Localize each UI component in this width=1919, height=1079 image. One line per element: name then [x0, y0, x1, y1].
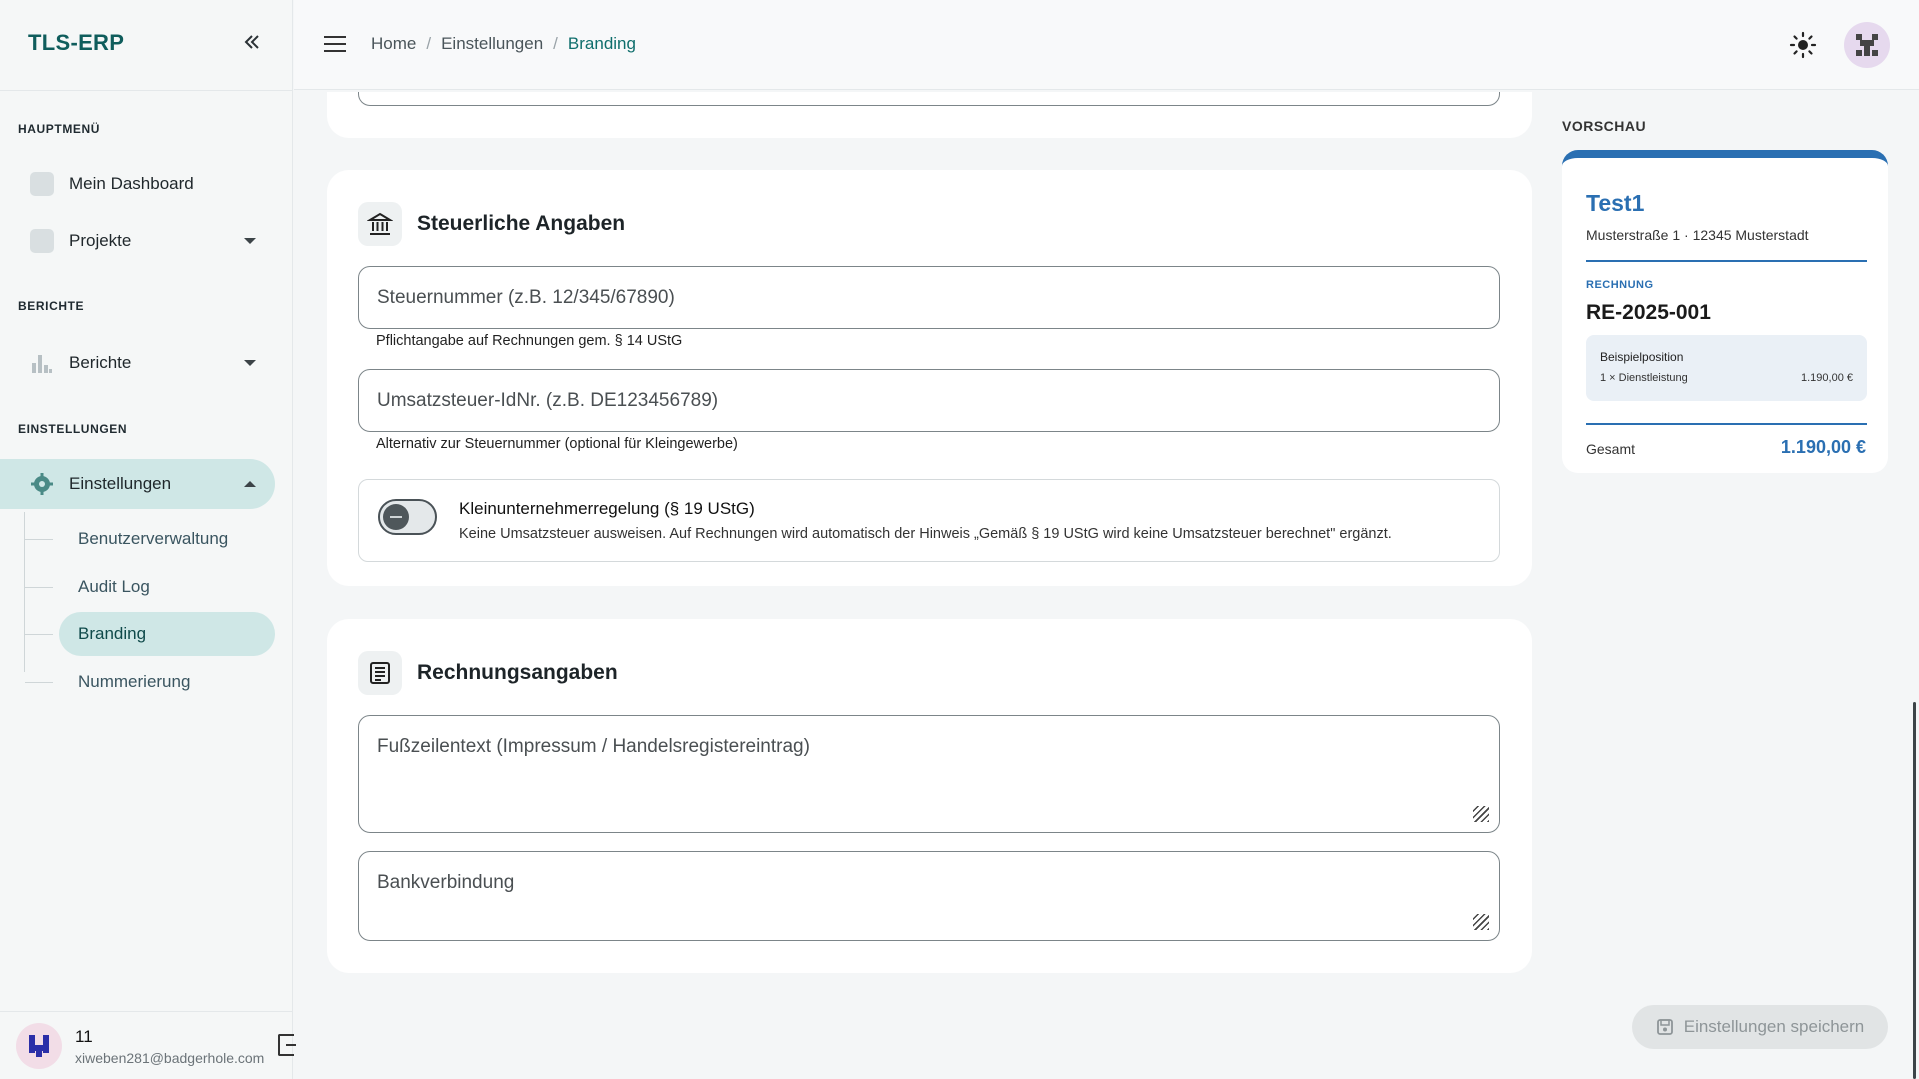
vat-id-helper: Alternativ zur Steuernummer (optional fü… [376, 436, 738, 452]
section-title: Rechnungsangaben [417, 661, 618, 684]
breadcrumb: Home / Einstellungen / Branding [371, 34, 636, 54]
breadcrumb-settings[interactable]: Einstellungen [441, 34, 543, 54]
small-business-toggle[interactable] [378, 499, 437, 535]
section-label-main: HAUPTMENÜ [18, 122, 101, 136]
sidebar-divider [0, 90, 293, 91]
resize-grip-icon[interactable] [1473, 914, 1489, 930]
section-title: Steuerliche Angaben [417, 212, 626, 235]
tax-number-field[interactable] [358, 266, 1500, 329]
vat-id-input[interactable] [377, 370, 1477, 431]
footer-text-input[interactable] [377, 716, 1477, 832]
sidebar-subitem-label: Benutzerverwaltung [78, 529, 229, 548]
preview-item-price: 1.190,00 € [1801, 372, 1853, 384]
chevron-up-icon [244, 481, 256, 487]
tree-line [24, 512, 25, 672]
bank-details-field[interactable] [358, 851, 1500, 941]
sidebar-item-label: Einstellungen [69, 474, 172, 493]
invoice-section-card: Rechnungsangaben [327, 619, 1532, 973]
preview-divider [1586, 260, 1867, 262]
chevron-down-icon [244, 238, 256, 244]
tree-tick [25, 634, 53, 635]
small-business-description: Keine Umsatzsteuer ausweisen. Auf Rechnu… [459, 526, 1392, 542]
preview-label: VORSCHAU [1562, 118, 1647, 134]
sidebar-item-label: Projekte [69, 231, 132, 250]
footer-text-field[interactable] [358, 715, 1500, 833]
sidebar-item-einstellungen[interactable]: Einstellungen [0, 459, 275, 509]
avatar[interactable] [16, 1023, 62, 1069]
toggle-knob-minus-icon [383, 504, 409, 530]
bank-details-input[interactable] [377, 852, 1477, 940]
sidebar-subitem-label: Nummerierung [78, 672, 191, 691]
tax-number-input[interactable] [377, 267, 1477, 328]
tax-section-card: Steuerliche Angaben Pflichtangabe auf Re… [327, 170, 1532, 586]
tax-number-helper: Pflichtangabe auf Rechnungen gem. § 14 U… [376, 333, 683, 349]
preview-line-item: Beispielposition 1 × Dienstleistung 1.19… [1586, 335, 1867, 401]
breadcrumb-home[interactable]: Home [371, 34, 416, 54]
sidebar-subitem-label: Audit Log [78, 577, 150, 596]
theme-toggle-sun-icon[interactable] [1789, 31, 1817, 59]
sidebar-subitem-audit-log[interactable]: Audit Log [25, 565, 275, 609]
breadcrumb-separator: / [426, 34, 432, 53]
breadcrumb-current: Branding [567, 34, 636, 53]
preview-item-title: Beispielposition [1600, 350, 1684, 364]
sidebar-item-dashboard[interactable]: Mein Dashboard [0, 159, 275, 209]
double-chevron-left-icon [244, 35, 259, 49]
small-business-title: Kleinunternehmerregelung (§ 19 UStG) [459, 499, 755, 518]
preview-divider [1586, 423, 1867, 425]
sidebar-subitem-label: Branding [78, 624, 147, 643]
logout-icon[interactable] [278, 1034, 296, 1056]
preview-doc-type: RECHNUNG [1586, 279, 1654, 291]
user-panel: 11 xiweben281@badgerhole.com [0, 1011, 296, 1079]
sidebar-item-berichte[interactable]: Berichte [0, 338, 275, 388]
resize-grip-icon[interactable] [1473, 806, 1489, 822]
tree-tick [25, 682, 53, 683]
vat-id-field[interactable] [358, 369, 1500, 432]
save-settings-label: Einstellungen speichern [1683, 1017, 1865, 1036]
preview-total-value: 1.190,00 € [1780, 437, 1866, 457]
breadcrumb-separator: / [553, 34, 558, 53]
preview-company: Test1 [1586, 190, 1645, 216]
sidebar-subitem-nummerierung[interactable]: Nummerierung [25, 660, 275, 704]
small-business-option: Kleinunternehmerregelung (§ 19 UStG) Kei… [358, 479, 1500, 562]
sidebar-subitem-benutzerverwaltung[interactable]: Benutzerverwaltung [25, 517, 275, 561]
hamburger-menu-icon[interactable] [324, 36, 346, 52]
preview-total-label: Gesamt [1586, 441, 1636, 457]
tree-tick [25, 587, 53, 588]
user-name: 11 [75, 1027, 93, 1046]
preview-address: Musterstraße 1 · 12345 Musterstadt [1586, 227, 1809, 243]
bank-building-icon [358, 202, 402, 246]
previous-section-card [327, 92, 1532, 138]
document-list-icon [358, 651, 402, 695]
brand-logo: TLS-ERP [28, 30, 125, 55]
preview-doc-number: RE-2025-001 [1586, 301, 1711, 324]
folder-icon [30, 229, 54, 253]
save-settings-button[interactable]: Einstellungen speichern [1632, 1005, 1888, 1049]
user-email: xiweben281@badgerhole.com [75, 1050, 265, 1066]
section-label-settings: EINSTELLUNGEN [18, 422, 128, 436]
sidebar-item-label: Mein Dashboard [69, 174, 194, 193]
collapse-sidebar-button[interactable] [240, 30, 264, 54]
section-label-reports: BERICHTE [18, 299, 85, 313]
sidebar-subitem-branding[interactable]: Branding [25, 612, 275, 656]
sidebar-item-label: Berichte [69, 353, 132, 372]
user-avatar-button[interactable] [1844, 22, 1890, 68]
preview-item-qty: 1 × Dienstleistung [1600, 372, 1688, 384]
sidebar: TLS-ERP HAUPTMENÜ Mein Dashboard Projekt… [0, 0, 296, 1079]
previous-field-bottom [358, 92, 1500, 106]
invoice-preview: Test1 Musterstraße 1 · 12345 Musterstadt… [1562, 150, 1888, 473]
bar-chart-icon [30, 351, 54, 375]
page-scrollbar[interactable] [1913, 702, 1916, 1079]
topbar: Home / Einstellungen / Branding [294, 0, 1919, 90]
gear-icon [30, 472, 54, 496]
sidebar-item-projekte[interactable]: Projekte [0, 216, 275, 266]
chevron-down-icon [244, 360, 256, 366]
tree-tick [25, 539, 53, 540]
save-icon [1656, 1019, 1673, 1035]
dashboard-icon [30, 172, 54, 196]
